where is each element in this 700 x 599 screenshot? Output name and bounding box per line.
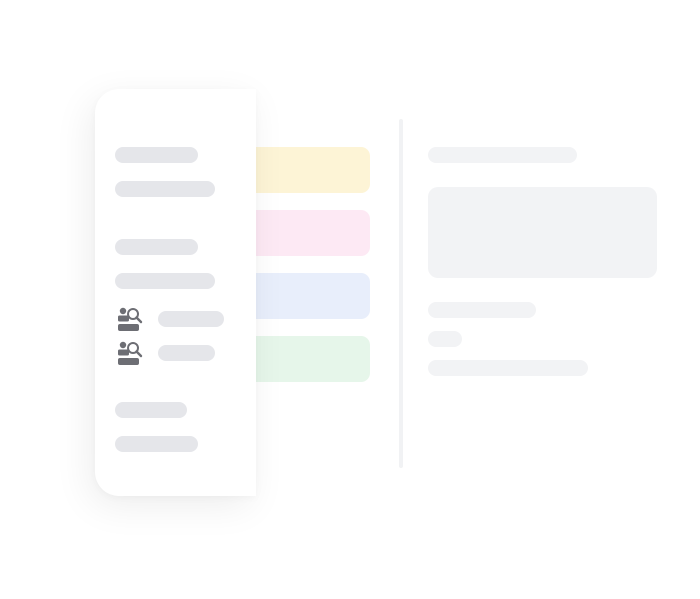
panel-item-placeholder[interactable] (115, 147, 198, 163)
panel-item-placeholder[interactable] (115, 436, 198, 452)
user-search-icon (117, 306, 145, 332)
panel-item-placeholder[interactable] (115, 181, 215, 197)
side-panel (95, 89, 256, 496)
user-search-icon (117, 340, 145, 366)
detail-line-placeholder (428, 302, 536, 318)
detail-title-placeholder (428, 147, 577, 163)
panel-item-placeholder[interactable] (115, 402, 187, 418)
detail-line-placeholder (428, 360, 588, 376)
panel-item-placeholder[interactable] (115, 239, 198, 255)
panel-item-placeholder[interactable] (158, 345, 215, 361)
detail-tag-placeholder (428, 331, 462, 347)
panel-item-placeholder[interactable] (115, 273, 215, 289)
panel-item-placeholder[interactable] (158, 311, 224, 327)
column-divider (399, 119, 403, 468)
page: { "colors": { "card_yellow": "#fdf4d6", … (0, 0, 700, 599)
detail-preview-placeholder (428, 187, 657, 278)
